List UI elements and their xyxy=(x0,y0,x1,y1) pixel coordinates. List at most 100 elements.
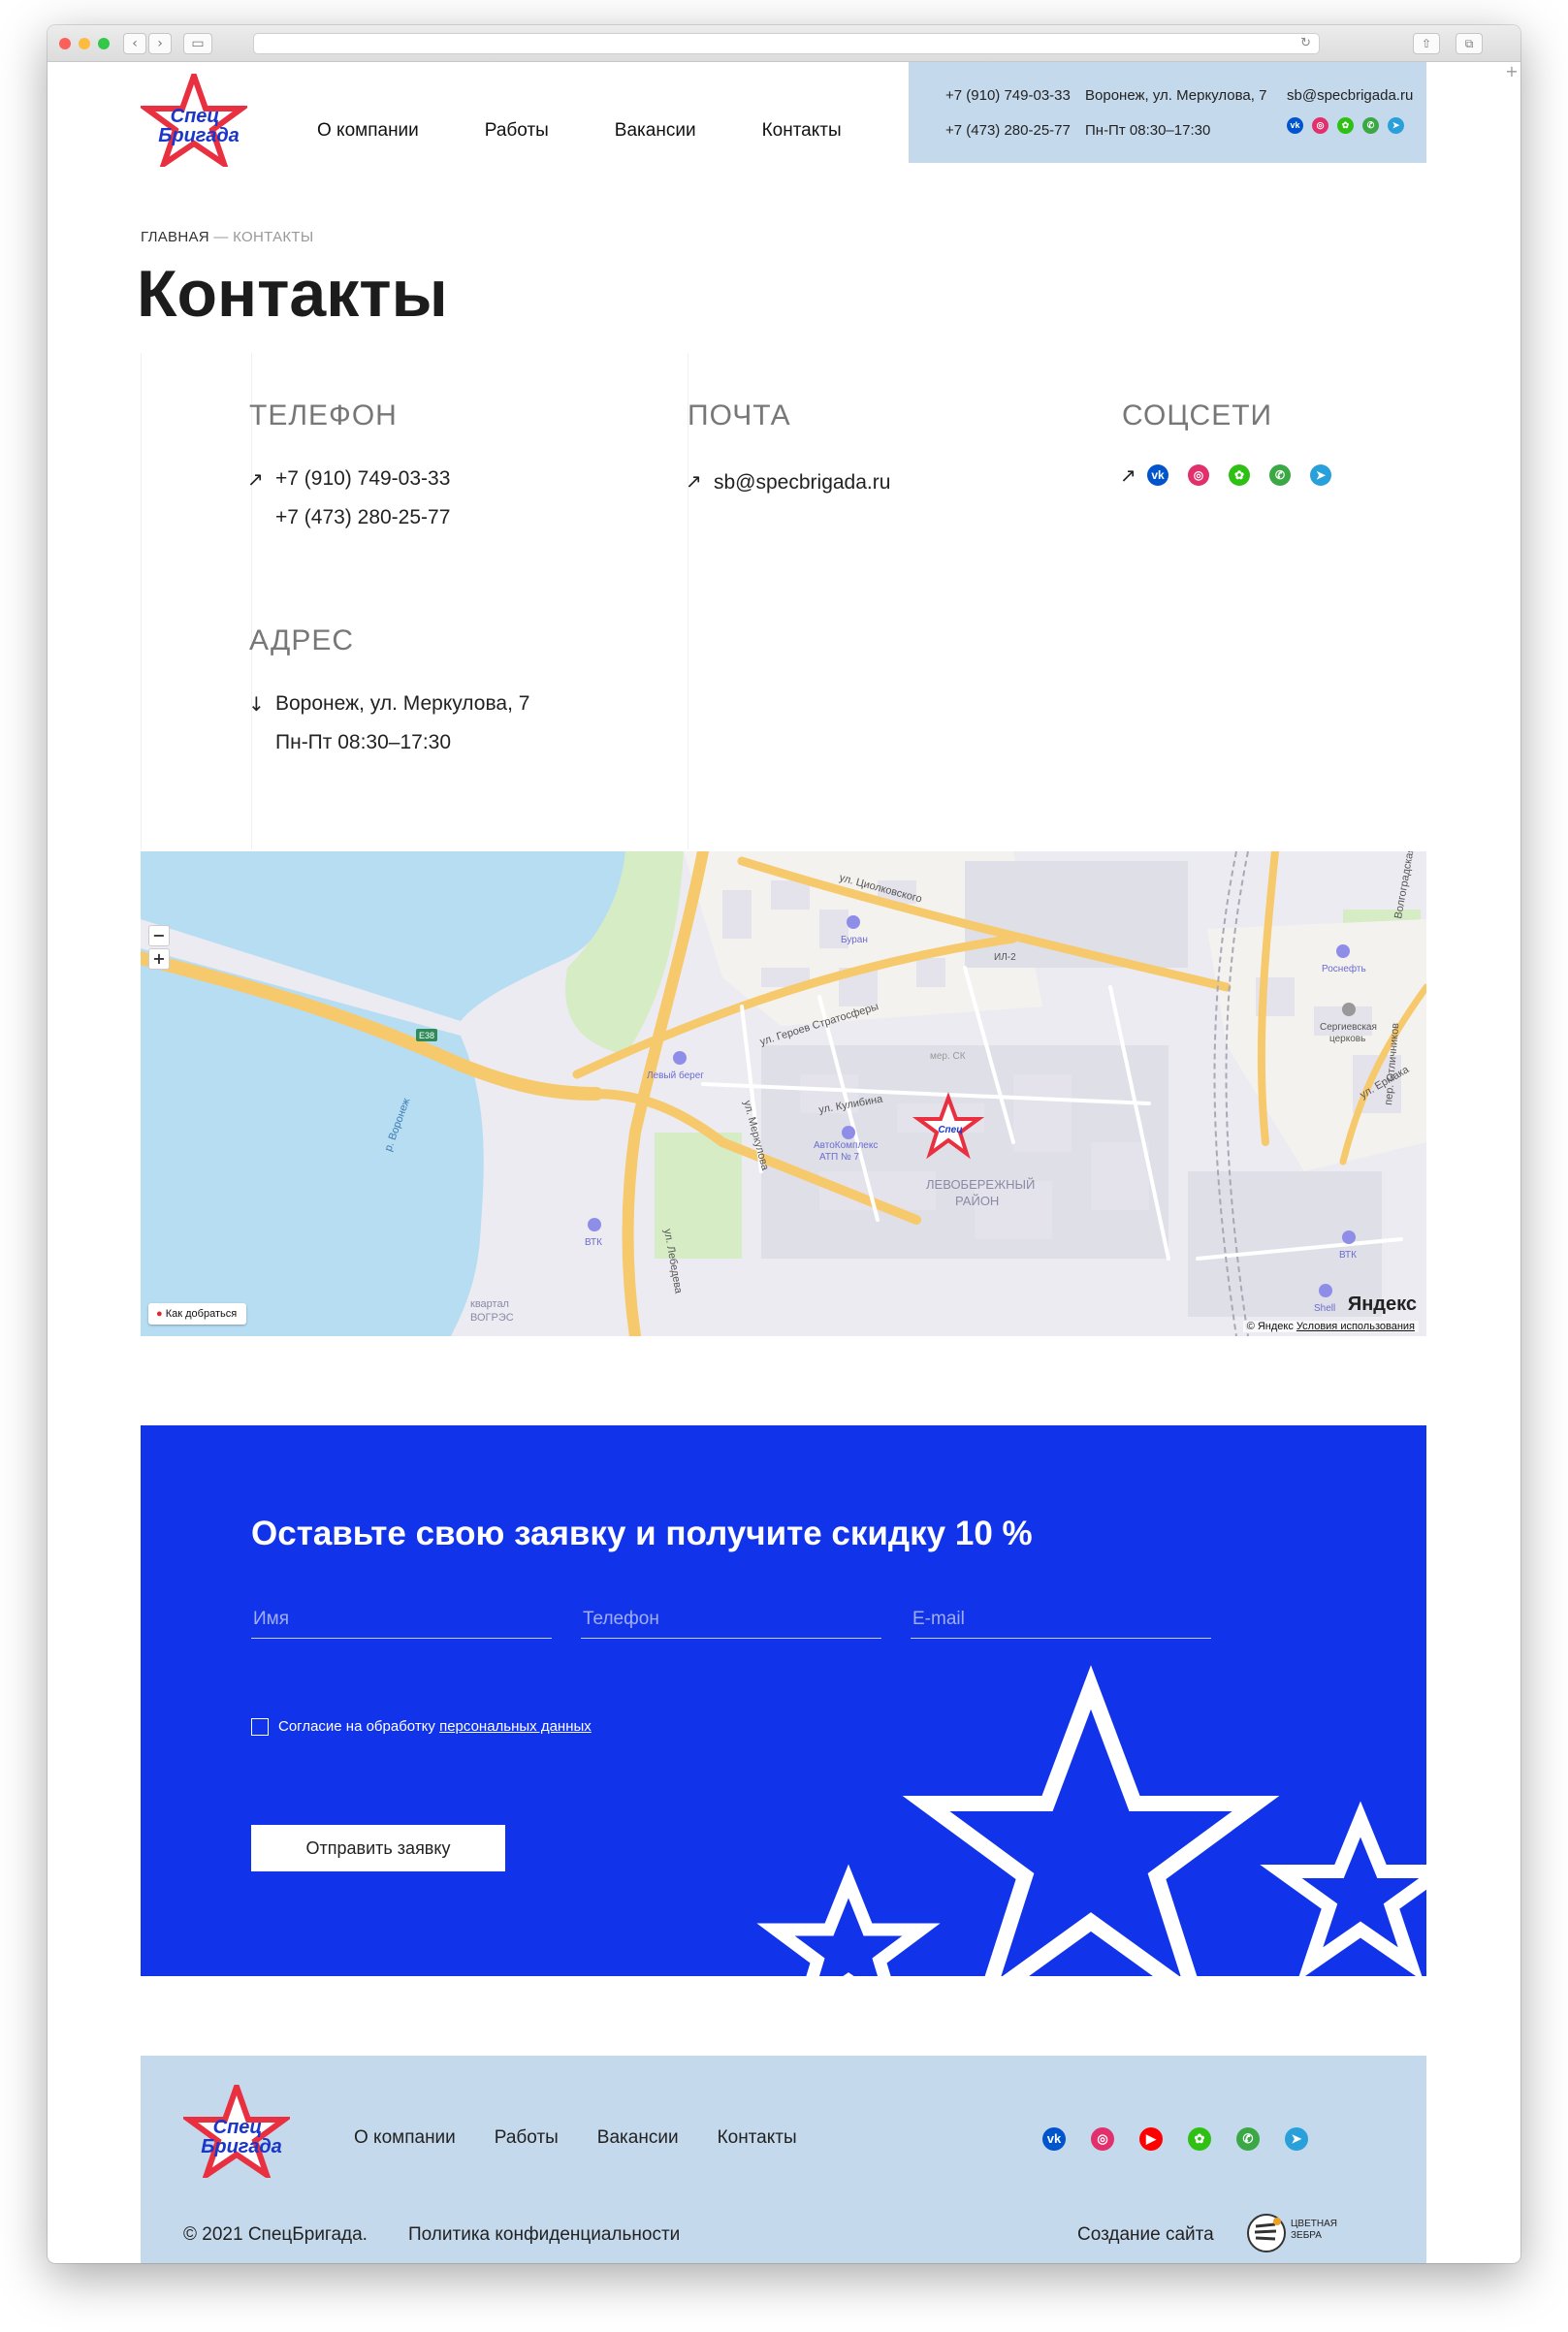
phone-field xyxy=(581,1602,881,1639)
whatsapp-icon[interactable]: ✆ xyxy=(1269,464,1291,486)
privacy-data-link[interactable]: персональных данных xyxy=(439,1718,592,1735)
back-icon[interactable]: ‹ xyxy=(123,33,146,54)
form-title: Оставьте свою заявку и получите скидку 1… xyxy=(251,1515,1033,1552)
main-nav: О компании Работы Вакансии Контакты xyxy=(317,120,842,142)
contact-address: Воронеж, ул. Меркулова, 7 xyxy=(275,692,530,715)
youtube-icon[interactable]: ▶ xyxy=(1139,2127,1163,2151)
map-poi-label: АТП № 7 xyxy=(819,1152,859,1163)
telegram-icon[interactable]: ➤ xyxy=(1388,117,1404,134)
map-district-label: квартал xyxy=(470,1298,509,1310)
privacy-policy-link[interactable]: Политика конфиденциальности xyxy=(408,2224,680,2246)
phone-heading: ТЕЛЕФОН xyxy=(249,399,398,431)
tabs-icon[interactable]: ⧉ xyxy=(1456,33,1483,54)
map-terms-link[interactable]: Условия использования xyxy=(1296,1321,1415,1332)
odnoklassniki-icon[interactable]: ✿ xyxy=(1337,117,1354,134)
nav-contacts[interactable]: Контакты xyxy=(762,120,842,142)
nav-vacancies[interactable]: Вакансии xyxy=(615,120,696,142)
contact-phone-2[interactable]: +7 (473) 280-25-77 xyxy=(275,506,450,529)
header-phone-2[interactable]: +7 (473) 280-25-77 xyxy=(945,122,1071,139)
instagram-icon[interactable]: ◎ xyxy=(1091,2127,1114,2151)
odnoklassniki-icon[interactable]: ✿ xyxy=(1188,2127,1211,2151)
footer-logo-text-1: Спец xyxy=(213,2117,263,2138)
made-by-text: Создание сайта xyxy=(1077,2224,1214,2245)
telegram-icon[interactable]: ➤ xyxy=(1285,2127,1308,2151)
arrow-up-right-icon: ↗ xyxy=(1120,463,1136,487)
yandex-logo[interactable]: Яндекс xyxy=(1348,1294,1417,1316)
minimize-window-button[interactable] xyxy=(79,38,90,49)
vk-icon[interactable]: vk xyxy=(1147,464,1168,486)
map-road-sign: Е38 xyxy=(419,1031,434,1040)
footer: Спец Бригада О компании Работы Вакансии … xyxy=(141,2056,1426,2263)
phone-input[interactable] xyxy=(581,1602,881,1637)
zoom-in-button[interactable]: + xyxy=(148,948,170,970)
map[interactable]: Е38 ул. Циолковского ул. Героев Стратосф… xyxy=(141,851,1426,1336)
vk-icon[interactable]: vk xyxy=(1287,117,1303,134)
map-poi-label: Левый берег xyxy=(647,1070,704,1081)
telegram-icon[interactable]: ➤ xyxy=(1310,464,1331,486)
footer-logo[interactable]: Спец Бригада xyxy=(183,2085,290,2178)
map-poi-label: Сергиевская xyxy=(1320,1022,1377,1033)
submit-button[interactable]: Отправить заявку xyxy=(251,1825,505,1871)
vk-icon[interactable]: vk xyxy=(1042,2127,1066,2151)
instagram-icon[interactable]: ◎ xyxy=(1312,117,1328,134)
breadcrumb-current: КОНТАКТЫ xyxy=(233,229,314,245)
contact-phone-1[interactable]: +7 (910) 749-03-33 xyxy=(275,467,450,491)
route-button[interactable]: ● Как добраться xyxy=(148,1303,247,1325)
map-copyright-text: © Яндекс xyxy=(1246,1321,1294,1332)
studio-name-line2: зебра xyxy=(1291,2230,1322,2241)
map-poi-label: ВТК xyxy=(585,1237,602,1248)
zoom-out-button[interactable]: − xyxy=(148,925,170,946)
studio-name-line1: цветная xyxy=(1291,2219,1337,2229)
map-district-label: ЛЕВОБЕРЕЖНЫЙ xyxy=(926,1177,1035,1192)
nav-about[interactable]: О компании xyxy=(317,120,419,142)
contact-hours: Пн-Пт 08:30–17:30 xyxy=(275,731,452,753)
mail-heading: ПОЧТА xyxy=(688,399,791,431)
map-poi-label: Shell xyxy=(1314,1303,1335,1314)
sidebar-icon[interactable]: ▭ xyxy=(183,33,212,54)
social-heading: СОЦСЕТИ xyxy=(1122,399,1273,431)
studio-name[interactable]: цветная зебра xyxy=(1291,2219,1337,2242)
browser-window: ‹ › ▭ ↻ ⇧ ⧉ + Спец Бригада О компании Ра… xyxy=(48,25,1520,2263)
nav-works[interactable]: Работы xyxy=(485,120,549,142)
forward-icon[interactable]: › xyxy=(148,33,172,54)
name-input[interactable] xyxy=(251,1602,552,1637)
reload-icon[interactable]: ↻ xyxy=(1300,36,1311,50)
whatsapp-icon[interactable]: ✆ xyxy=(1236,2127,1260,2151)
arrow-down-icon: ↓ xyxy=(248,692,265,716)
map-poi-label: Буран xyxy=(841,935,868,945)
arrow-up-right-icon: ↗ xyxy=(247,467,264,491)
share-icon[interactable]: ⇧ xyxy=(1413,33,1440,54)
footer-nav-about[interactable]: О компании xyxy=(354,2127,456,2149)
header-address: Воронеж, ул. Меркулова, 7 xyxy=(1085,87,1267,104)
footer-nav-vacancies[interactable]: Вакансии xyxy=(597,2127,679,2149)
email-input[interactable] xyxy=(911,1602,1211,1637)
marker-logo-text: Спец xyxy=(938,1125,962,1135)
map-poi-label: Роснефть xyxy=(1322,963,1366,974)
whatsapp-icon[interactable]: ✆ xyxy=(1362,117,1379,134)
email-field xyxy=(911,1602,1211,1639)
arrow-up-right-icon: ↗ xyxy=(686,469,702,493)
map-district-label: ВОГРЭС xyxy=(470,1312,514,1324)
map-poi-label: ВТК xyxy=(1339,1250,1357,1261)
address-bar[interactable]: ↻ xyxy=(253,33,1320,54)
logo[interactable]: Спец Бригада xyxy=(141,74,247,167)
header-hours: Пн-Пт 08:30–17:30 xyxy=(1085,122,1211,139)
breadcrumb-home[interactable]: ГЛАВНАЯ xyxy=(141,229,209,245)
address-heading: АДРЕС xyxy=(249,624,355,656)
map-canvas[interactable]: Е38 ул. Циолковского ул. Героев Стратосф… xyxy=(141,851,1426,1336)
header-phone-1[interactable]: +7 (910) 749-03-33 xyxy=(945,87,1071,104)
consent-checkbox[interactable] xyxy=(251,1718,269,1736)
zebra-logo-icon[interactable] xyxy=(1246,2213,1287,2253)
page: Спец Бригада О компании Работы Вакансии … xyxy=(48,62,1520,2263)
contact-email[interactable]: sb@specbrigada.ru xyxy=(714,471,890,495)
instagram-icon[interactable]: ◎ xyxy=(1188,464,1209,486)
maximize-window-button[interactable] xyxy=(98,38,110,49)
odnoklassniki-icon[interactable]: ✿ xyxy=(1229,464,1250,486)
page-title: Контакты xyxy=(137,257,448,331)
map-district-label: РАЙОН xyxy=(955,1194,999,1208)
footer-logo-text-2: Бригада xyxy=(201,2136,282,2157)
close-window-button[interactable] xyxy=(59,38,71,49)
footer-nav-contacts[interactable]: Контакты xyxy=(718,2127,797,2149)
header-email[interactable]: sb@specbrigada.ru xyxy=(1287,87,1413,104)
footer-nav-works[interactable]: Работы xyxy=(495,2127,559,2149)
